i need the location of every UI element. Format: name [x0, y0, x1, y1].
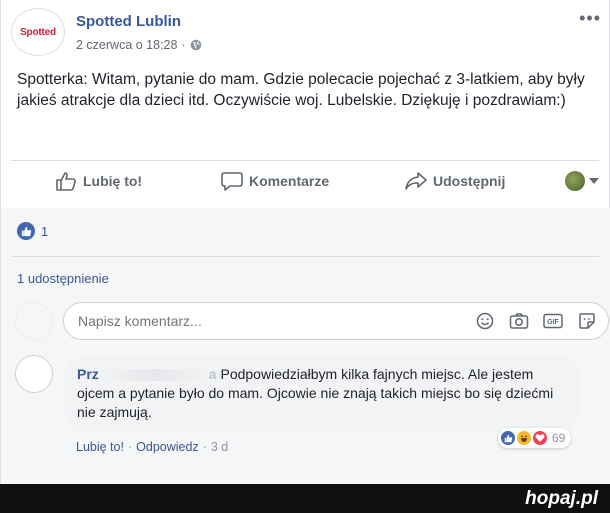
page-avatar[interactable]: Spotted: [11, 8, 65, 56]
share-button[interactable]: Udostępnij: [405, 171, 505, 191]
like-reaction-icon: [500, 430, 516, 446]
redacted-name: [98, 369, 209, 382]
more-options-button[interactable]: •••: [579, 8, 601, 29]
comment-reply-link[interactable]: Odpowiedz: [136, 440, 199, 454]
comment-like-link[interactable]: Lubię to!: [76, 440, 124, 454]
post-card: Spotted Spotted Lublin 2 czerwca o 18:28…: [0, 0, 610, 484]
share-label: Udostępnij: [433, 173, 506, 189]
user-mini-avatar: [565, 171, 585, 191]
shares-count-link[interactable]: 1 udostępnienie: [17, 271, 109, 286]
comment-actions: Lubię to! · Odpowiedz · 3 d: [76, 440, 229, 454]
speech-bubble-icon: [221, 172, 243, 191]
sticker-icon[interactable]: [577, 311, 597, 331]
divider: [11, 256, 599, 257]
comment-composer: GIF: [1, 300, 610, 344]
comment-bubble: Prz a Podpowiedziałbym kilka fajnych miej…: [65, 357, 579, 432]
post-text: Spotterka: Witam, pytanie do mam. Gdzie …: [17, 71, 585, 109]
comment-button[interactable]: Komentarze: [221, 171, 329, 191]
post-meta: 2 czerwca o 18:28 ·: [76, 38, 202, 52]
composer-tools: GIF: [475, 311, 597, 331]
like-button[interactable]: Lubię to!: [55, 171, 142, 191]
gif-icon[interactable]: GIF: [543, 311, 563, 331]
post-date[interactable]: 2 czerwca o 18:28: [76, 38, 177, 52]
comment-label: Komentarze: [249, 173, 330, 189]
post-as-selector[interactable]: [565, 171, 599, 191]
haha-reaction-icon: [516, 430, 532, 446]
action-bar: Lubię to! Komentarze Udostępnij: [1, 167, 610, 197]
comment-author-end: a: [208, 366, 217, 382]
svg-text:GIF: GIF: [547, 319, 559, 326]
divider: [11, 160, 599, 161]
emoji-icon[interactable]: [475, 311, 495, 331]
page-logo: Spotted: [20, 26, 56, 38]
thumbs-up-icon: [56, 172, 76, 191]
page-name-link[interactable]: Spotted Lublin: [76, 13, 181, 30]
comment-author[interactable]: Prz: [77, 366, 99, 382]
watermark-bar: hopaj.pl: [0, 484, 610, 513]
like-reaction-icon: [17, 222, 35, 240]
caret-down-icon: [589, 178, 599, 184]
like-label: Lubię to!: [83, 173, 143, 189]
reaction-count: 1: [41, 223, 49, 239]
comment-time[interactable]: 3 d: [211, 440, 228, 454]
commenter-avatar[interactable]: [15, 355, 53, 393]
watermark-logo: hopaj.pl: [525, 488, 598, 509]
camera-icon[interactable]: [509, 311, 529, 331]
current-user-avatar: [15, 302, 53, 340]
globe-icon: [190, 39, 201, 51]
comment-reaction-count: 69: [552, 431, 566, 445]
reactions-summary[interactable]: 1: [17, 222, 48, 240]
love-reaction-icon: [532, 430, 548, 446]
comment-reactions[interactable]: 69: [498, 428, 572, 448]
share-arrow-icon: [405, 172, 427, 190]
